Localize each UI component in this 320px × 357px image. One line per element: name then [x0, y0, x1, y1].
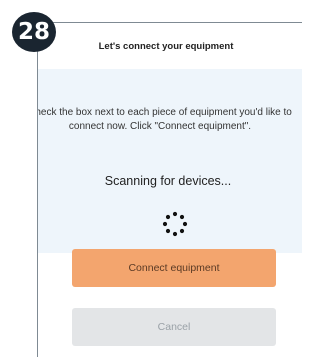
loading-spinner-icon — [162, 211, 188, 237]
connect-equipment-button[interactable]: Connect equipment — [72, 249, 276, 287]
dialog-body: Check the box next to each piece of equi… — [38, 69, 302, 253]
step-number-badge: 28 — [12, 12, 56, 52]
step-number: 28 — [17, 19, 50, 45]
connect-equipment-label: Connect equipment — [128, 262, 220, 274]
dialog-header: Let's connect your equipment — [38, 23, 302, 69]
instructions-text: Check the box next to each piece of equi… — [38, 106, 302, 134]
cancel-button[interactable]: Cancel — [72, 308, 276, 346]
cancel-label: Cancel — [157, 321, 191, 333]
connect-equipment-dialog: Let's connect your equipment Check the b… — [37, 22, 302, 357]
page-margin — [0, 0, 36, 352]
dialog-title: Let's connect your equipment — [98, 40, 234, 52]
scanning-status: Scanning for devices... — [104, 174, 232, 188]
